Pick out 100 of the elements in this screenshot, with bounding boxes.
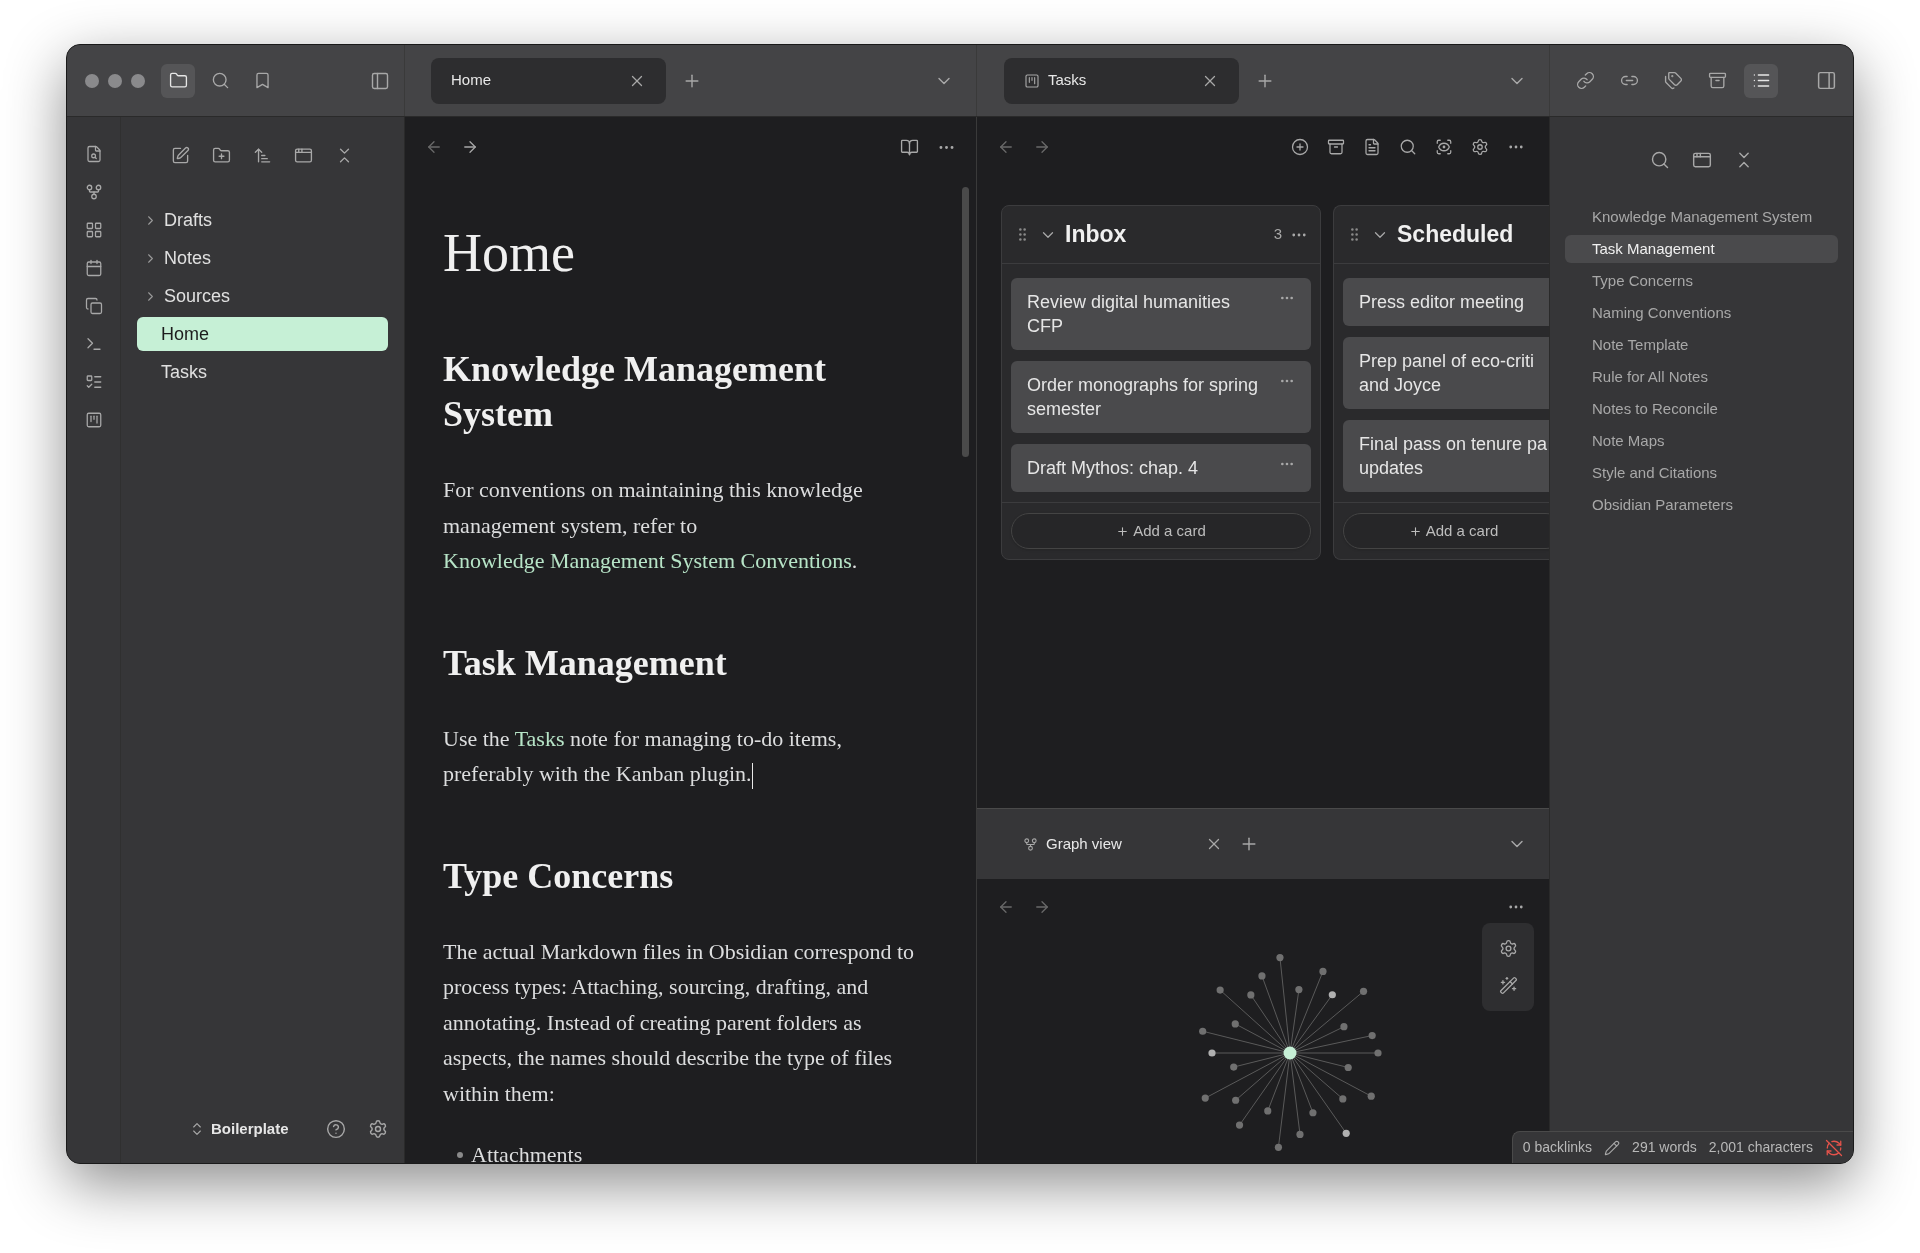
vault-name[interactable]: Boilerplate: [211, 1117, 320, 1141]
tree-item[interactable]: Sources: [137, 279, 388, 313]
graph-node[interactable]: [1198, 1027, 1206, 1035]
task-card[interactable]: Order monographs for spring semester: [1011, 361, 1311, 433]
graph-node[interactable]: [1373, 1049, 1382, 1057]
graph-node[interactable]: [1246, 991, 1254, 999]
tree-item[interactable]: Tasks: [137, 355, 388, 389]
graph-node[interactable]: [1342, 1129, 1350, 1137]
outline-item[interactable]: Note Template: [1565, 331, 1838, 359]
checklist-icon[interactable]: [84, 373, 103, 391]
outline-item[interactable]: Naming Conventions: [1565, 299, 1838, 327]
task-card[interactable]: Final pass on tenure pa updates: [1343, 420, 1549, 492]
view-icon[interactable]: [1435, 138, 1453, 156]
graph-node[interactable]: [1229, 1063, 1237, 1071]
outline-item[interactable]: Task Management: [1565, 235, 1838, 263]
window-control[interactable]: [108, 73, 122, 88]
graph-node[interactable]: [1367, 1092, 1375, 1100]
settings-icon[interactable]: [1498, 939, 1518, 958]
graph-node[interactable]: [1359, 987, 1367, 995]
search-icon[interactable]: [1399, 138, 1417, 156]
link[interactable]: Tasks: [514, 725, 565, 751]
tab[interactable]: Home: [431, 57, 666, 104]
graph-node[interactable]: [1207, 1049, 1216, 1057]
task-card[interactable]: Review digital humanities CFP: [1011, 278, 1311, 350]
terminal-icon[interactable]: [84, 335, 103, 353]
add-card-button[interactable]: Add a card: [1343, 513, 1549, 549]
settings-icon[interactable]: [1471, 138, 1489, 156]
graph-node[interactable]: [1274, 1143, 1282, 1151]
tags-icon[interactable]: [1663, 71, 1683, 90]
add-card-button[interactable]: Add a card: [1011, 513, 1311, 549]
forward-icon[interactable]: [461, 138, 479, 156]
back-icon[interactable]: [997, 138, 1015, 156]
link[interactable]: Knowledge Management System Conventions: [443, 548, 852, 573]
grid-icon[interactable]: [84, 221, 103, 239]
add-icon[interactable]: [1291, 138, 1309, 156]
graph-node[interactable]: [1216, 986, 1224, 994]
settings-icon[interactable]: [368, 1119, 388, 1139]
search-icon[interactable]: [210, 71, 230, 90]
search-icon[interactable]: [1649, 150, 1670, 170]
graph-node[interactable]: [1339, 1023, 1348, 1031]
graph-node[interactable]: [1275, 953, 1284, 962]
graph-node[interactable]: [1231, 1020, 1239, 1028]
tree-item[interactable]: Home: [137, 317, 388, 351]
calendar-icon[interactable]: [84, 259, 103, 277]
sync-off-icon[interactable]: [1825, 1138, 1843, 1157]
graph-node[interactable]: [1368, 1031, 1376, 1040]
edit-mode-icon[interactable]: [1604, 1139, 1621, 1156]
task-card[interactable]: Draft Mythos: chap. 4: [1011, 444, 1311, 492]
new-folder-icon[interactable]: [212, 145, 231, 165]
window-control[interactable]: [85, 73, 99, 88]
file-search-icon[interactable]: [84, 145, 103, 163]
graph-node[interactable]: [1235, 1121, 1243, 1129]
graph-node[interactable]: [1257, 972, 1266, 980]
sidebar-toggle-icon[interactable]: [370, 70, 390, 91]
outline-item[interactable]: Rule for All Notes: [1565, 363, 1838, 391]
outline-item[interactable]: Type Concerns: [1565, 267, 1838, 295]
graph-icon[interactable]: [1023, 836, 1038, 852]
graph-node[interactable]: [1294, 986, 1302, 994]
graph-node[interactable]: [1308, 1109, 1317, 1117]
outline-item[interactable]: Notes to Reconcile: [1565, 395, 1838, 423]
list-icon[interactable]: [1751, 71, 1771, 90]
link-in-icon[interactable]: [1575, 71, 1595, 90]
magic-wand-icon[interactable]: [1498, 976, 1518, 995]
graph-node[interactable]: [1328, 991, 1336, 999]
window-icon[interactable]: [294, 145, 313, 165]
sidebar-toggle-icon[interactable]: [1816, 70, 1837, 91]
tree-item[interactable]: Notes: [137, 241, 388, 275]
task-card[interactable]: Press editor meeting: [1343, 278, 1549, 326]
graph-node[interactable]: [1263, 1107, 1271, 1115]
graph-node[interactable]: [1231, 1096, 1239, 1104]
folder-tab[interactable]: [161, 63, 195, 98]
outline-item[interactable]: Note Maps: [1565, 427, 1838, 455]
tab[interactable]: Tasks: [1004, 57, 1239, 104]
new-note-icon[interactable]: [171, 145, 190, 165]
outline-item[interactable]: Obsidian Parameters: [1565, 491, 1838, 519]
archive-icon[interactable]: [1327, 138, 1345, 156]
task-card[interactable]: Prep panel of eco-criti and Joyce: [1343, 337, 1549, 409]
back-icon[interactable]: [425, 138, 443, 156]
outline-item[interactable]: Style and Citations: [1565, 459, 1838, 487]
scrollbar[interactable]: [961, 187, 969, 457]
graph-node[interactable]: [1201, 1094, 1209, 1102]
copy-icon[interactable]: [84, 297, 103, 315]
archive-icon[interactable]: [1707, 71, 1727, 90]
sort-icon[interactable]: [253, 145, 272, 165]
kanban-icon[interactable]: [1024, 72, 1040, 89]
list-tab[interactable]: [1744, 63, 1778, 98]
graph-node[interactable]: [1295, 1130, 1304, 1138]
graph-node[interactable]: [1283, 1046, 1296, 1060]
graph-node[interactable]: [1344, 1063, 1352, 1072]
forward-icon[interactable]: [1033, 898, 1051, 916]
help-icon[interactable]: [326, 1119, 346, 1139]
folder-icon[interactable]: [168, 71, 188, 90]
back-icon[interactable]: [997, 898, 1015, 916]
window-icon[interactable]: [1691, 150, 1712, 170]
graph-node[interactable]: [1318, 967, 1327, 975]
tree-item[interactable]: Drafts: [137, 203, 388, 237]
window-control[interactable]: [131, 73, 145, 88]
graph-icon[interactable]: [84, 183, 103, 201]
graph-node[interactable]: [1338, 1095, 1346, 1103]
backlinks-count[interactable]: 0 backlinks: [1522, 1137, 1593, 1158]
